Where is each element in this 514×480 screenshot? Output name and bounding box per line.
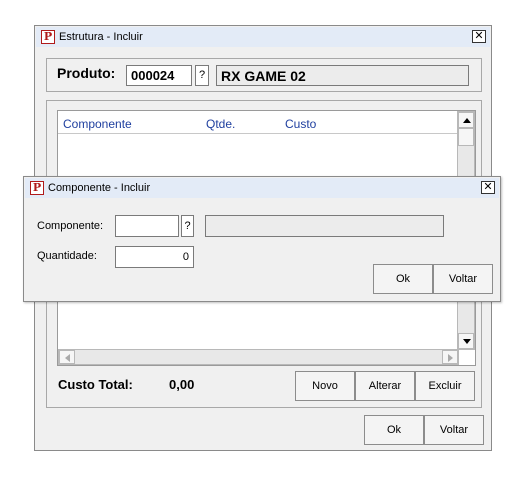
dialog-ok-button[interactable]: Ok [373, 264, 433, 294]
grid-header-divider [58, 133, 457, 134]
app-logo-icon: P [30, 181, 44, 195]
column-qtde[interactable]: Qtde. [206, 117, 235, 131]
scroll-up-button[interactable] [458, 112, 474, 128]
arrow-right-icon [448, 354, 453, 362]
produto-code-value: 000024 [131, 68, 175, 83]
dialog-voltar-button[interactable]: Voltar [433, 264, 493, 294]
quantidade-label: Quantidade: [37, 250, 97, 262]
custo-total-value: 0,00 [169, 377, 195, 392]
window-title: Estrutura - Incluir [59, 31, 143, 43]
produto-label: Produto: [57, 65, 116, 81]
grid-horizontal-scrollbar[interactable] [58, 349, 459, 365]
produto-name-value: RX GAME 02 [221, 67, 306, 84]
arrow-up-icon [463, 118, 471, 123]
dialog-title: Componente - Incluir [48, 182, 151, 194]
arrow-down-icon [463, 339, 471, 344]
produto-lookup-button[interactable]: ? [195, 65, 209, 86]
produto-group: Produto: 000024 ? RX GAME 02 [46, 58, 482, 92]
column-componente[interactable]: Componente [63, 117, 132, 131]
ok-button[interactable]: Ok [364, 415, 424, 445]
close-icon[interactable]: ✕ [481, 181, 495, 194]
componente-field[interactable] [115, 215, 179, 237]
produto-name-field: RX GAME 02 [216, 65, 469, 86]
column-custo[interactable]: Custo [285, 117, 316, 131]
scroll-right-button[interactable] [442, 350, 458, 364]
alterar-button[interactable]: Alterar [355, 371, 415, 401]
custo-total-label: Custo Total: [58, 377, 133, 392]
quantidade-value: 0 [182, 251, 189, 263]
estrutura-titlebar: P Estrutura - Incluir ✕ [36, 27, 490, 47]
scroll-down-button[interactable] [458, 333, 474, 349]
quantidade-field[interactable]: 0 [115, 246, 194, 268]
componente-lookup-button[interactable]: ? [181, 215, 194, 237]
scroll-thumb[interactable] [458, 128, 474, 146]
produto-code-field[interactable]: 000024 [126, 65, 192, 86]
dialog-titlebar: P Componente - Incluir ✕ [25, 178, 499, 198]
componente-desc-field [205, 215, 444, 237]
componente-label: Componente: [37, 220, 104, 232]
voltar-button[interactable]: Voltar [424, 415, 484, 445]
componente-dialog: P Componente - Incluir ✕ Componente: ? Q… [23, 176, 501, 302]
novo-button[interactable]: Novo [295, 371, 355, 401]
app-logo-icon: P [41, 30, 55, 44]
arrow-left-icon [65, 354, 70, 362]
close-icon[interactable]: ✕ [472, 30, 486, 43]
scroll-left-button[interactable] [59, 350, 75, 364]
excluir-button[interactable]: Excluir [415, 371, 475, 401]
